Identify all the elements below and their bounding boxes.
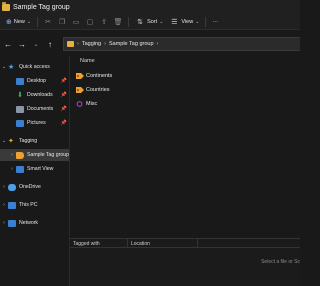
tag-icon [76, 73, 84, 79]
desktop-icon [16, 77, 24, 85]
details-hint: Select a file or Sc [261, 259, 300, 265]
new-label: New [13, 18, 25, 25]
breadcrumb-sample-tag-group[interactable]: Sample Tag group [109, 41, 154, 47]
toolbar-divider [37, 16, 39, 27]
sort-label: Sort [147, 18, 158, 25]
chevron-right-icon: › [156, 41, 159, 47]
chevron-down-icon: ⌄ [159, 18, 164, 25]
title-bar: Sample Tag group [0, 0, 300, 14]
sidebar-item-label: Desktop [27, 78, 47, 84]
view-label: View [181, 18, 194, 25]
sidebar-item-label: Smart View [27, 166, 54, 172]
details-header: Tagged with Location [70, 239, 300, 248]
up-arrow-icon[interactable]: ↑ [44, 38, 56, 50]
window-title: Sample Tag group [13, 3, 70, 11]
file-label: Countries [86, 87, 110, 93]
pin-icon: 📌 [60, 106, 67, 112]
sidebar-item-pictures[interactable]: Pictures 📌 [0, 117, 69, 129]
sidebar-item-label: Pictures [27, 120, 46, 126]
toolbar-divider [205, 16, 207, 27]
sidebar-item-tagging[interactable]: ⌄ ✦ Tagging [0, 135, 69, 147]
sidebar-item-label: Network [19, 220, 39, 226]
list-item[interactable]: Continents [76, 71, 112, 81]
cloud-icon [8, 183, 16, 191]
chevron-right-icon[interactable]: › [0, 202, 8, 208]
copy-icon[interactable]: ❐ [57, 17, 67, 27]
chevron-down-icon[interactable]: ⌄ [0, 64, 8, 70]
star-icon: ★ [8, 63, 15, 71]
paste-icon[interactable]: ▭ [71, 17, 81, 27]
chevron-right-icon: › [77, 41, 79, 47]
tag-icon [76, 87, 84, 93]
rename-icon[interactable]: ▢ [85, 17, 95, 27]
column-header-tagged-with[interactable]: Tagged with [70, 239, 128, 248]
file-label: Continents [86, 73, 113, 79]
column-header-name[interactable]: Name [80, 58, 95, 64]
chevron-right-icon: › [104, 41, 106, 47]
details-pane: Tagged with Location Select a file or Sc [70, 238, 300, 286]
folder-icon [67, 41, 74, 47]
file-label: Misc [86, 101, 98, 107]
sidebar-item-onedrive[interactable]: › OneDrive [0, 181, 69, 193]
sort-button[interactable]: ⇅ Sort ⌄ [132, 16, 166, 28]
sidebar-item-downloads[interactable]: ⬇ Downloads 📌 [0, 89, 69, 101]
navigation-row: ← → ⌄ ↑ › Tagging › Sample Tag group › [0, 36, 300, 52]
chevron-right-icon[interactable]: › [8, 166, 16, 172]
chevron-right-icon[interactable]: › [8, 152, 16, 158]
recent-chevron-icon[interactable]: ⌄ [30, 38, 42, 50]
sidebar-item-smart-view[interactable]: › Smart View [0, 163, 69, 175]
sidebar-item-this-pc[interactable]: › This PC [0, 199, 69, 211]
pin-icon: 📌 [60, 78, 67, 84]
breadcrumb-tagging[interactable]: Tagging [82, 41, 101, 47]
sort-icon: ⇅ [137, 18, 144, 26]
tag-icon [16, 151, 24, 159]
new-button[interactable]: ⊕ New ⌄ [3, 16, 34, 28]
sidebar-item-network[interactable]: › Network [0, 217, 69, 229]
sidebar-item-label: Tagging [19, 138, 38, 144]
plus-icon: ⊕ [6, 18, 12, 26]
sidebar-item-label: OneDrive [19, 184, 41, 190]
cut-icon[interactable]: ✂ [43, 17, 53, 27]
circle-tag-icon [76, 101, 83, 107]
sidebar-item-desktop[interactable]: Desktop 📌 [0, 75, 69, 87]
forward-arrow-icon[interactable]: → [16, 38, 28, 50]
chevron-down-icon: ⌄ [26, 18, 32, 25]
command-bar: ⊕ New ⌄ ✂ ❐ ▭ ▢ ⇪ 🗑 ⇅ Sort ⌄ ☰ View ⌄ ··… [0, 14, 300, 30]
sidebar-item-label: Documents [27, 106, 54, 112]
document-icon [16, 105, 24, 113]
sidebar-item-label: Sample Tag group [27, 152, 70, 158]
chevron-right-icon[interactable]: › [0, 184, 8, 190]
delete-icon[interactable]: 🗑 [113, 17, 123, 27]
pictures-icon [16, 119, 24, 127]
download-icon: ⬇ [17, 91, 23, 99]
view-button[interactable]: ☰ View ⌄ [166, 16, 202, 28]
sidebar-item-label: Quick access [19, 64, 50, 70]
address-bar[interactable]: › Tagging › Sample Tag group › [63, 37, 300, 51]
chevron-down-icon[interactable]: ⌄ [0, 138, 8, 144]
more-options-button[interactable]: ··· [209, 16, 221, 28]
pin-icon: 📌 [60, 92, 67, 98]
sidebar-item-documents[interactable]: Documents 📌 [0, 103, 69, 115]
tag-star-icon: ✦ [8, 137, 14, 145]
smart-view-icon [16, 165, 24, 173]
share-icon[interactable]: ⇪ [99, 17, 109, 27]
sidebar-item-sample-tag-group[interactable]: › Sample Tag group [0, 149, 69, 161]
sidebar-item-label: Downloads [27, 92, 53, 98]
sidebar-item-quick-access[interactable]: ⌄ ★ Quick access [0, 61, 69, 73]
toolbar-divider [128, 16, 130, 27]
network-icon [8, 219, 16, 227]
column-header-location[interactable]: Location [128, 239, 198, 248]
sidebar-item-label: This PC [19, 202, 38, 208]
list-item[interactable]: Misc [76, 99, 97, 109]
back-arrow-icon[interactable]: ← [2, 38, 14, 50]
navigation-pane: ⌄ ★ Quick access Desktop 📌 ⬇ Downloads 📌… [0, 56, 69, 286]
folder-icon [2, 1, 10, 11]
chevron-down-icon: ⌄ [195, 18, 200, 25]
chevron-right-icon[interactable]: › [0, 220, 8, 226]
computer-icon [8, 201, 16, 209]
list-item[interactable]: Countries [76, 85, 110, 95]
view-icon: ☰ [171, 18, 178, 26]
pin-icon: 📌 [60, 120, 67, 126]
